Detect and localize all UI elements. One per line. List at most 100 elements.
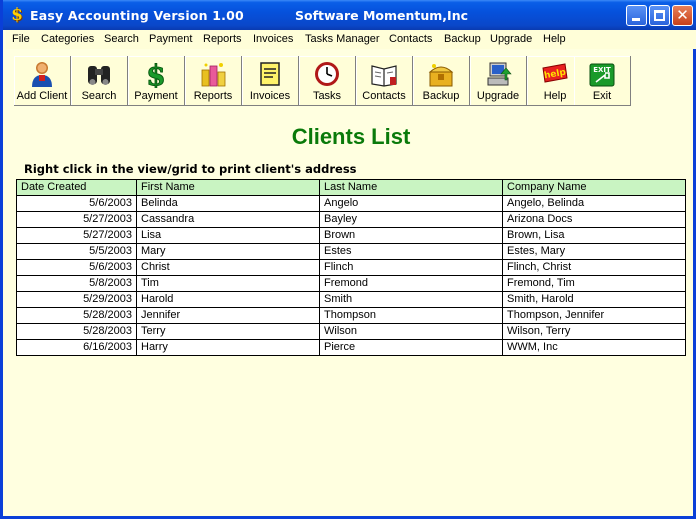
cell-last-name: Pierce: [320, 340, 503, 355]
close-button[interactable]: ✕: [672, 5, 693, 26]
cell-date-created: 5/6/2003: [17, 260, 137, 275]
invoices-button[interactable]: Invoices: [242, 56, 299, 106]
cell-first-name: Harold: [137, 292, 320, 307]
cell-last-name: Brown: [320, 228, 503, 243]
cell-first-name: Belinda: [137, 196, 320, 211]
contacts-button[interactable]: Contacts: [356, 56, 413, 106]
menu-contacts[interactable]: Contacts: [389, 33, 432, 45]
exit-label: Exit: [592, 90, 612, 102]
table-row[interactable]: 5/28/2003 Jennifer Thompson Thompson, Je…: [17, 308, 685, 324]
cell-last-name: Smith: [320, 292, 503, 307]
cell-company-name: WWM, Inc: [507, 341, 558, 353]
cell-company-name: Estes, Mary: [507, 245, 566, 257]
cell-company-name: Flinch, Christ: [507, 261, 572, 273]
reports-button[interactable]: Reports: [185, 56, 242, 106]
table-row[interactable]: 5/6/2003 Christ Flinch Flinch, Christ: [17, 260, 685, 276]
menu-search[interactable]: Search: [104, 33, 139, 45]
document-icon: [260, 62, 280, 86]
menu-categories[interactable]: Categories: [41, 33, 94, 45]
maximize-button[interactable]: [649, 5, 670, 26]
coins-icon: [201, 63, 226, 87]
search-label: Search: [81, 90, 117, 102]
column-header-date-created[interactable]: Date Created: [17, 180, 137, 195]
cell-first-name: Cassandra: [137, 212, 320, 227]
cell-company-name: Arizona Docs: [507, 213, 573, 225]
cell-first-name: Terry: [137, 324, 320, 339]
grid-header-row: Date Created First Name Last Name Compan…: [17, 180, 685, 196]
close-icon: ✕: [676, 6, 689, 24]
menu-file[interactable]: File: [12, 33, 30, 45]
minimize-button[interactable]: [626, 5, 647, 26]
cell-date-created: 5/27/2003: [17, 212, 137, 227]
menu-payment[interactable]: Payment: [149, 33, 192, 45]
person-icon: [32, 62, 52, 87]
backup-label: Backup: [422, 90, 460, 102]
table-row[interactable]: 5/27/2003 Cassandra Bayley Arizona Docs: [17, 212, 685, 228]
menu-backup[interactable]: Backup: [444, 33, 481, 45]
clients-grid[interactable]: Date Created First Name Last Name Compan…: [16, 179, 686, 356]
cell-last-name: Wilson: [320, 324, 503, 339]
column-header-first-name[interactable]: First Name: [137, 180, 320, 195]
menu-bar: File Categories Search Payment Reports I…: [6, 30, 696, 49]
clock-icon: [315, 62, 339, 86]
dollar-app-icon: $: [11, 5, 23, 25]
table-row[interactable]: 5/28/2003 Terry Wilson Wilson, Terry: [17, 324, 685, 340]
menu-tasks-manager[interactable]: Tasks Manager: [305, 33, 380, 45]
menu-invoices[interactable]: Invoices: [253, 33, 293, 45]
cell-last-name: Estes: [320, 244, 503, 259]
backup-button[interactable]: Backup: [413, 56, 470, 106]
cell-first-name: Mary: [137, 244, 320, 259]
app-window: $ Easy Accounting Version 1.00 Software …: [0, 0, 696, 519]
table-row[interactable]: 5/29/2003 Harold Smith Smith, Harold: [17, 292, 685, 308]
menu-upgrade[interactable]: Upgrade: [490, 33, 532, 45]
upgrade-label: Upgrade: [476, 90, 520, 102]
table-row[interactable]: 5/6/2003 Belinda Angelo Angelo, Belinda: [17, 196, 685, 212]
title-bar[interactable]: $ Easy Accounting Version 1.00 Software …: [3, 0, 696, 30]
cell-first-name: Harry: [137, 340, 320, 355]
add-client-button[interactable]: Add Client: [14, 56, 71, 106]
cell-date-created: 5/28/2003: [17, 324, 137, 339]
cell-company-name: Wilson, Terry: [507, 325, 571, 337]
cell-date-created: 5/29/2003: [17, 292, 137, 307]
cell-company-name: Brown, Lisa: [507, 229, 565, 241]
dollar-icon: $: [146, 60, 166, 88]
invoices-label: Invoices: [249, 90, 291, 102]
column-header-company-name[interactable]: Company Name: [503, 180, 685, 195]
binoculars-icon: [88, 66, 110, 85]
maximize-icon: [654, 10, 665, 21]
menu-reports[interactable]: Reports: [203, 33, 242, 45]
cell-first-name: Lisa: [137, 228, 320, 243]
exit-button[interactable]: EXIT Exit: [574, 56, 631, 106]
table-row[interactable]: 5/5/2003 Mary Estes Estes, Mary: [17, 244, 685, 260]
cell-date-created: 5/5/2003: [17, 244, 137, 259]
upgrade-button[interactable]: Upgrade: [470, 56, 527, 106]
cell-last-name: Angelo: [320, 196, 503, 211]
cell-date-created: 6/16/2003: [17, 340, 137, 355]
cell-date-created: 5/8/2003: [17, 276, 137, 291]
contacts-label: Contacts: [362, 90, 406, 102]
cell-company-name: Thompson, Jennifer: [507, 309, 605, 321]
table-row[interactable]: 5/8/2003 Tim Fremond Fremond, Tim: [17, 276, 685, 292]
menu-help[interactable]: Help: [543, 33, 566, 45]
column-header-last-name[interactable]: Last Name: [320, 180, 503, 195]
search-button[interactable]: Search: [71, 56, 128, 106]
print-hint: Right click in the view/grid to print cl…: [24, 162, 357, 176]
window-title: Easy Accounting Version 1.00: [30, 8, 244, 23]
help-icon: help: [542, 63, 568, 83]
cell-company-name: Angelo, Belinda: [507, 197, 585, 209]
window-company: Software Momentum,Inc: [295, 8, 469, 23]
minimize-icon: [632, 18, 640, 21]
cell-company-name: Fremond, Tim: [507, 277, 575, 289]
add-client-label: Add Client: [16, 90, 68, 102]
table-row[interactable]: 6/16/2003 Harry Pierce WWM, Inc: [17, 340, 685, 356]
tasks-label: Tasks: [312, 90, 342, 102]
table-row[interactable]: 5/27/2003 Lisa Brown Brown, Lisa: [17, 228, 685, 244]
tasks-button[interactable]: Tasks: [299, 56, 356, 106]
cell-last-name: Fremond: [320, 276, 503, 291]
cell-company-name: Smith, Harold: [507, 293, 574, 305]
cell-last-name: Flinch: [320, 260, 503, 275]
page-title: Clients List: [291, 124, 411, 149]
payment-button[interactable]: $ Payment: [128, 56, 185, 106]
reports-label: Reports: [193, 90, 233, 102]
cell-last-name: Thompson: [320, 308, 503, 323]
